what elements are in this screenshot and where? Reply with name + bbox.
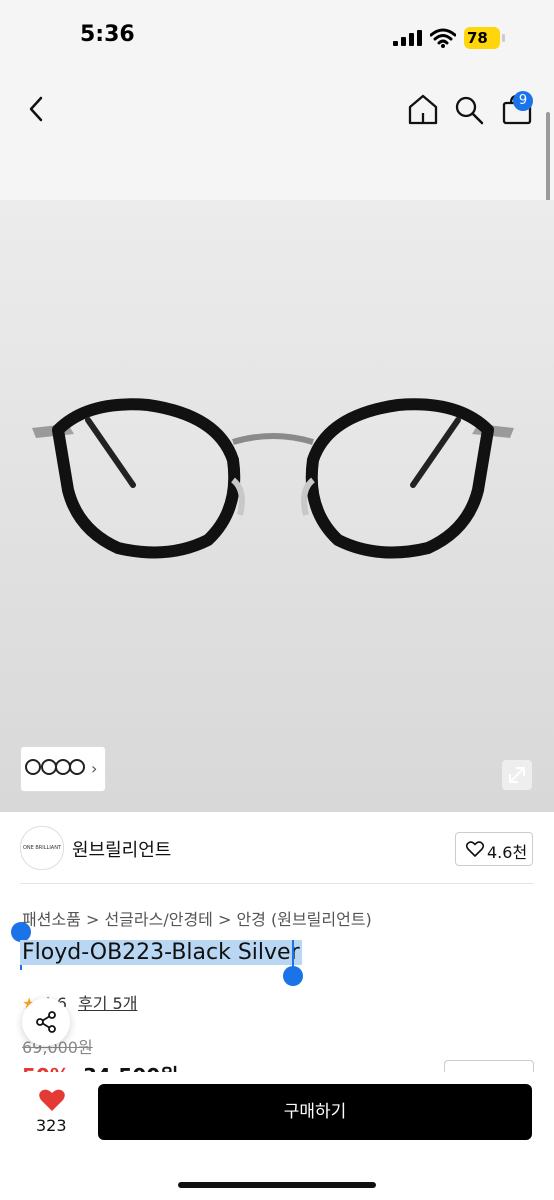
share-icon (36, 1011, 56, 1033)
heart-filled-icon (39, 1089, 65, 1111)
product-title[interactable]: Floyd-OB223-Black Silver (20, 940, 302, 965)
brand-name[interactable]: 원브릴리언트 (72, 836, 171, 862)
back-button[interactable] (22, 94, 52, 124)
chevron-right-icon: › (91, 759, 98, 778)
product-image[interactable]: › (0, 200, 554, 812)
review-link[interactable]: 후기 5개 (78, 994, 137, 1013)
share-button[interactable] (22, 998, 70, 1046)
brand-logo[interactable]: ONE BRILLIANT (20, 826, 64, 870)
wish-count: 323 (36, 1116, 67, 1135)
expand-icon[interactable] (502, 760, 532, 790)
cart-count-badge: 9 (513, 91, 533, 111)
bottom-bar: 323 구매하기 (0, 1072, 554, 1200)
battery-icon: 78 (464, 27, 506, 49)
brand-like-count: 4.6천 (487, 843, 528, 862)
signal-icon (393, 30, 422, 46)
wifi-icon (430, 28, 456, 48)
divider (20, 883, 534, 884)
breadcrumb[interactable]: 패션소품 > 선글라스/안경테 > 안경 (원브릴리언트) (22, 906, 372, 930)
status-time: 5:36 (80, 22, 135, 47)
buy-button[interactable]: 구매하기 (98, 1084, 532, 1140)
selection-handle-start[interactable] (11, 922, 31, 942)
nav-bar: 9 (0, 76, 554, 200)
product-title-wrap: Floyd-OB223-Black Silver (20, 940, 302, 965)
battery-level: 78 (467, 29, 488, 47)
thumbnail-1[interactable]: › (20, 746, 106, 792)
home-icon[interactable] (406, 92, 440, 126)
search-icon[interactable] (453, 94, 485, 126)
selection-handle-end[interactable] (283, 966, 303, 986)
heart-outline-icon (466, 841, 484, 857)
status-bar: 5:36 78 (0, 0, 554, 76)
scrollbar[interactable] (546, 112, 550, 210)
brand-like-button[interactable]: 4.6천 (455, 832, 533, 866)
glasses-image (32, 398, 514, 559)
home-indicator (178, 1182, 376, 1188)
brand-row: ONE BRILLIANT 원브릴리언트 4.6천 (0, 812, 554, 884)
